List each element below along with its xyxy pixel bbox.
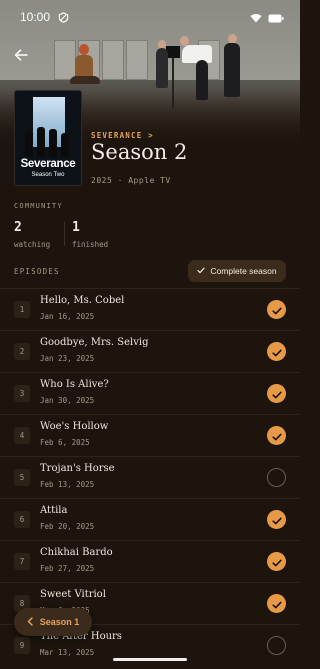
episode-number: 6 <box>14 511 30 528</box>
episode-date: Mar 13, 2025 <box>40 648 95 657</box>
poster-subtitle: Season Two <box>31 172 65 178</box>
show-name: SEVERANCE <box>91 131 143 140</box>
episode-date: Jan 16, 2025 <box>40 312 95 321</box>
status-time: 10:00 <box>20 10 51 24</box>
chevron-left-icon <box>27 616 33 628</box>
episode-number: 2 <box>14 343 30 360</box>
episode-row[interactable]: 7 Chikhai Bardo Feb 27, 2025 <box>0 540 300 582</box>
poster-title: Severance <box>20 158 76 170</box>
back-button[interactable] <box>10 44 32 66</box>
watched-toggle[interactable] <box>267 384 286 403</box>
finished-label: finished <box>72 240 109 249</box>
watched-toggle[interactable] <box>267 510 286 529</box>
arrow-left-icon <box>14 46 28 65</box>
episode-date: Feb 13, 2025 <box>40 480 95 489</box>
community-label: COMMUNITY <box>14 202 63 210</box>
episode-row[interactable]: 2 Goodbye, Mrs. Selvig Jan 23, 2025 <box>0 330 300 372</box>
episode-number: 3 <box>14 385 30 402</box>
check-icon <box>271 426 282 445</box>
episodes-label: EPISODES <box>14 267 60 276</box>
check-icon <box>197 266 206 276</box>
episode-title: Goodbye, Mrs. Selvig <box>40 337 149 348</box>
episode-date: Feb 27, 2025 <box>40 564 95 573</box>
episode-date: Jan 23, 2025 <box>40 354 95 363</box>
check-icon <box>271 384 282 403</box>
episode-title: Attila <box>40 505 68 516</box>
complete-season-button[interactable]: Complete season <box>188 260 286 282</box>
status-bar: 10:00 <box>0 0 300 34</box>
watched-toggle[interactable] <box>267 426 286 445</box>
episode-title: Trojan's Horse <box>40 463 115 474</box>
status-app-icon <box>58 8 69 27</box>
episode-row[interactable]: 4 Woe's Hollow Feb 6, 2025 <box>0 414 300 456</box>
episode-row[interactable]: 5 Trojan's Horse Feb 13, 2025 <box>0 456 300 498</box>
check-icon <box>271 300 282 319</box>
episode-title: Woe's Hollow <box>40 421 109 432</box>
episode-title: Sweet Vitriol <box>40 589 106 600</box>
episode-number: 5 <box>14 469 30 486</box>
watched-toggle[interactable] <box>267 342 286 361</box>
battery-icon <box>268 8 284 27</box>
watched-toggle[interactable] <box>267 468 286 487</box>
watched-toggle[interactable] <box>267 594 286 613</box>
episode-row[interactable]: 1 Hello, Ms. Cobel Jan 16, 2025 <box>0 288 300 330</box>
watched-toggle[interactable] <box>267 552 286 571</box>
season-poster: Severance Season Two <box>14 90 82 186</box>
episode-number: 1 <box>14 301 30 318</box>
episode-row[interactable]: 3 Who Is Alive? Jan 30, 2025 <box>0 372 300 414</box>
episode-date: Jan 30, 2025 <box>40 396 95 405</box>
check-icon <box>271 594 282 613</box>
check-icon <box>271 552 282 571</box>
check-icon <box>271 510 282 529</box>
episode-date: Feb 6, 2025 <box>40 438 90 447</box>
episode-row[interactable]: 6 Attila Feb 20, 2025 <box>0 498 300 540</box>
finished-count: 1 <box>72 220 80 235</box>
episode-number: 7 <box>14 553 30 570</box>
page-title: Season 2 <box>91 140 188 164</box>
episode-number: 4 <box>14 427 30 444</box>
episode-title: Who Is Alive? <box>40 379 109 390</box>
show-link[interactable]: SEVERANCE > <box>91 131 154 140</box>
home-indicator[interactable] <box>113 658 187 661</box>
watched-toggle[interactable] <box>267 636 286 655</box>
complete-season-label: Complete season <box>210 266 277 276</box>
previous-season-button[interactable]: Season 1 <box>14 608 92 636</box>
stat-divider <box>64 222 65 246</box>
season-meta: 2025 · Apple TV <box>91 176 171 185</box>
episode-title: Hello, Ms. Cobel <box>40 295 125 306</box>
episode-number: 9 <box>14 637 30 654</box>
watched-toggle[interactable] <box>267 300 286 319</box>
check-icon <box>271 342 282 361</box>
chevron-right-icon: > <box>142 131 154 140</box>
episode-date: Feb 20, 2025 <box>40 522 95 531</box>
watching-label: watching <box>14 240 51 249</box>
watching-count: 2 <box>14 220 22 235</box>
episode-title: Chikhai Bardo <box>40 547 113 558</box>
wifi-icon <box>250 8 262 27</box>
previous-season-label: Season 1 <box>39 617 80 627</box>
